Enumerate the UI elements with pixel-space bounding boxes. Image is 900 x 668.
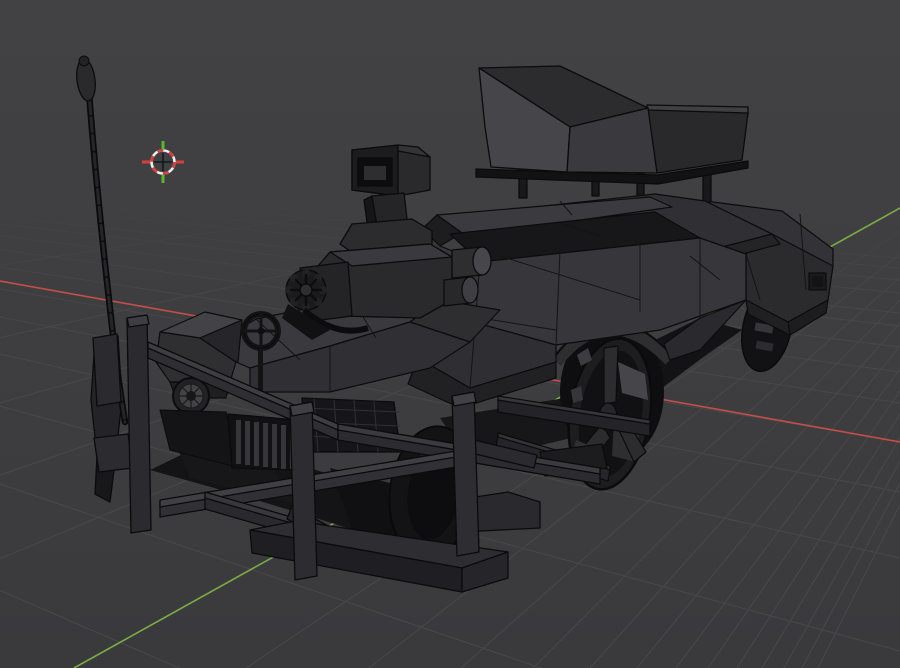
- cage-post-center: [289, 401, 318, 581]
- foot-block: [93, 433, 134, 473]
- antenna-base: [92, 333, 122, 407]
- cage-post-left: [126, 314, 152, 534]
- pulley-wheel: [285, 269, 327, 311]
- cage-post-right: [451, 391, 480, 557]
- viewport-3d[interactable]: [0, 0, 900, 668]
- intake-scoop: [351, 144, 431, 197]
- license-plate: [808, 272, 827, 291]
